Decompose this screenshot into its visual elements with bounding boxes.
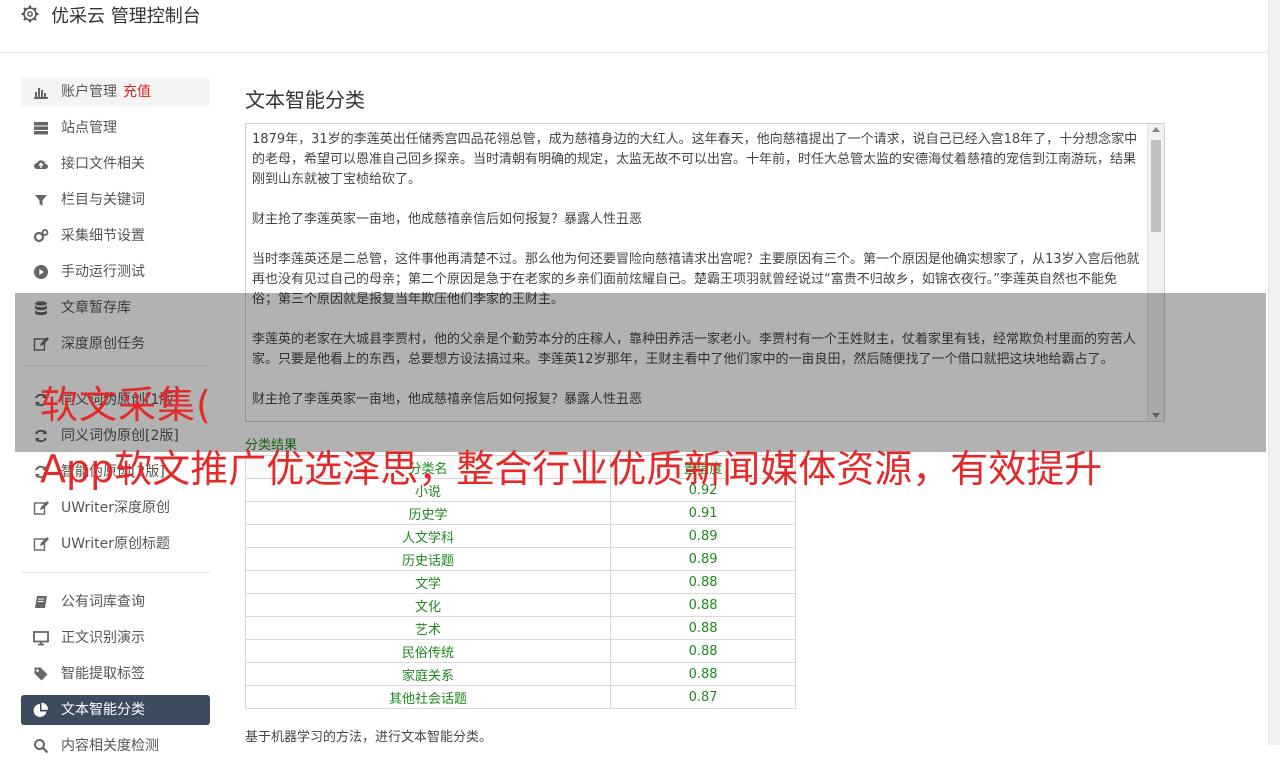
table-row: 历史学 0.91 [244,501,796,525]
table-row: 家庭关系 0.88 [244,662,796,686]
confidence-cell: 0.88 [610,662,796,686]
confidence-cell: 0.87 [610,685,796,709]
gears-icon [33,229,49,243]
monitor-icon [33,631,49,646]
sidebar-item-relevance[interactable]: 内容相关度检测 [21,731,210,761]
table-row: 文化 0.88 [244,593,796,617]
scroll-up-icon[interactable] [1152,127,1160,132]
window-scrollbar[interactable] [1268,0,1280,745]
table-row: 历史话题 0.89 [244,547,796,571]
confidence-cell: 0.89 [610,524,796,548]
sidebar-item-text-classify[interactable]: 文本智能分类 [21,695,210,725]
category-cell: 历史学 [244,501,612,525]
sidebar-item-label: 公有词库查询 [61,594,145,610]
category-cell: 艺术 [244,616,612,640]
sidebar-item-label: 正文识别演示 [61,630,145,646]
sidebar-item-label: UWriter原创标题 [61,536,170,552]
category-cell: 历史话题 [244,547,612,571]
category-cell: 文化 [244,593,612,617]
sidebar-item-label: 账户管理 [61,84,117,100]
sidebar-item-account[interactable]: 账户管理 充值 [21,77,210,107]
text-paragraph: 1879年，31岁的李莲英出任储秀宫四品花翎总管，成为慈禧身边的大红人。这年春天… [252,132,1138,187]
tag-icon [34,667,48,681]
confidence-cell: 0.91 [610,501,796,525]
confidence-cell: 0.89 [610,547,796,571]
table-row: 民俗传统 0.88 [244,639,796,663]
sidebar-item-interface[interactable]: 接口文件相关 [21,149,210,179]
category-cell: 其他社会话题 [244,685,612,709]
sidebar-item-label: 手动运行测试 [61,264,145,280]
pie-chart-icon [33,702,49,717]
sidebar-item-label: 采集细节设置 [61,228,145,244]
category-cell: 文学 [244,570,612,594]
overlay-subline: App软文推广优选泽思，整合行业优质新闻媒体资源，有效提升 [40,447,1103,491]
confidence-cell: 0.88 [610,593,796,617]
sidebar-item-collect-settings[interactable]: 采集细节设置 [21,221,210,251]
confidence-cell: 0.88 [610,639,796,663]
table-row: 人文学科 0.89 [244,524,796,548]
sidebar-item-label: 站点管理 [61,120,117,136]
category-cell: 家庭关系 [244,662,612,686]
category-cell: 民俗传统 [244,639,612,663]
confidence-cell: 0.88 [610,570,796,594]
sidebar-item-label: 文本智能分类 [61,702,145,718]
sidebar-divider [21,572,210,573]
sidebar-item-tag-extract[interactable]: 智能提取标签 [21,659,210,689]
sidebar-item-sites[interactable]: 站点管理 [21,113,210,143]
top-bar: 优采云 管理控制台 [0,0,1268,53]
text-paragraph: 财主抢了李莲英家一亩地，他成慈禧亲信后如何报复？暴露人性丑恶 [252,212,643,227]
table-row: 艺术 0.88 [244,616,796,640]
category-cell: 人文学科 [244,524,612,548]
server-icon [34,122,48,135]
bar-chart-icon [34,88,48,99]
edit-icon [33,537,49,551]
search-icon [34,739,49,754]
sidebar-item-label: 智能提取标签 [61,666,145,682]
table-row: 其他社会话题 0.87 [244,685,796,709]
sidebar-item-columns[interactable]: 栏目与关键词 [21,185,210,215]
book-icon [35,596,47,608]
sidebar-item-manual-run[interactable]: 手动运行测试 [21,257,210,287]
sidebar-item-label: 栏目与关键词 [61,192,145,208]
sidebar-item-uwriter-deep[interactable]: UWriter深度原创 [21,493,210,523]
sidebar-item-label: 接口文件相关 [61,156,145,172]
sidebar-item-label: 内容相关度检测 [61,738,159,754]
sidebar-item-text-recognition[interactable]: 正文识别演示 [21,623,210,653]
page-title: 文本智能分类 [245,88,365,112]
filter-icon [35,195,47,206]
gear-icon [21,5,39,23]
play-circle-icon [34,265,48,279]
overlay-headline: 软文采集( [40,383,212,427]
table-row: 文学 0.88 [244,570,796,594]
cloud-upload-icon [34,160,48,169]
method-note: 基于机器学习的方法，进行文本智能分类。 [245,730,493,745]
result-table: 分类名 置信度 小说 0.92 历史学 0.91 人文学科 0.89 历史话题 0.89… [244,455,796,709]
app-title: 优采云 管理控制台 [51,6,201,27]
sidebar-item-uwriter-title[interactable]: UWriter原创标题 [21,529,210,559]
edit-icon [33,501,49,515]
scroll-thumb[interactable] [1151,140,1161,232]
sidebar-item-label: UWriter深度原创 [61,500,170,516]
sidebar-item-public-lexicon[interactable]: 公有词库查询 [21,587,210,617]
recharge-link[interactable]: 充值 [123,84,151,100]
confidence-cell: 0.88 [610,616,796,640]
